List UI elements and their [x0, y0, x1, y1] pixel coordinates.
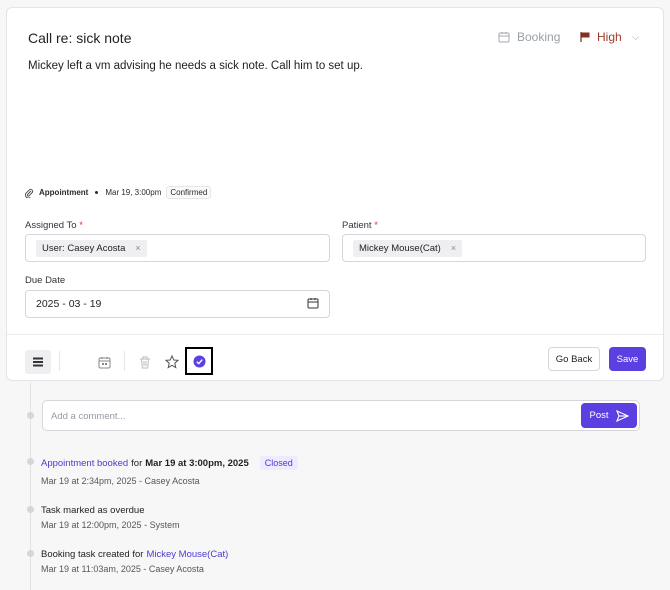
save-button[interactable]: Save: [609, 347, 646, 371]
due-date-input[interactable]: 2025 - 03 - 19: [25, 290, 330, 318]
go-back-button[interactable]: Go Back: [548, 347, 600, 371]
event-datetime: Mar 19 at 3:00pm, 2025: [145, 457, 249, 469]
patient-link[interactable]: Mickey Mouse(Cat): [146, 549, 228, 560]
due-date-value: 2025 - 03 - 19: [36, 298, 102, 310]
comment-box[interactable]: Add a comment... Post: [42, 400, 640, 431]
event-meta: Mar 19 at 12:00pm, 2025 - System: [41, 520, 180, 530]
required-mark: *: [79, 220, 83, 231]
close-icon[interactable]: ×: [451, 243, 456, 253]
status-badge: Closed: [259, 456, 298, 470]
task-title[interactable]: Call re: sick note: [28, 30, 131, 46]
task-description[interactable]: Mickey left a vm advising he needs a sic…: [28, 60, 363, 72]
event-meta: Mar 19 at 2:34pm, 2025 - Casey Acosta: [41, 476, 200, 486]
assigned-to-value: User: Casey Acosta: [42, 242, 126, 254]
chevron-down-icon: ⌵: [631, 31, 640, 43]
timeline-dot: [27, 506, 34, 513]
list-view-button[interactable]: [25, 350, 51, 374]
assigned-to-field[interactable]: User: Casey Acosta ×: [25, 234, 330, 262]
separator-dot: [95, 191, 99, 194]
trash-icon: [140, 356, 150, 368]
timeline-dot: [27, 412, 34, 419]
appointment-link[interactable]: Appointment Mar 19, 3:00pm Confirmed: [24, 186, 212, 199]
send-icon: [615, 409, 629, 422]
paperclip-icon: [24, 188, 34, 198]
assigned-to-label-text: Assigned To: [25, 220, 77, 231]
due-date-label: Due Date: [25, 275, 66, 286]
patient-field[interactable]: Mickey Mouse(Cat) ×: [342, 234, 646, 262]
toolbar-separator: [59, 351, 60, 371]
event-text: Booking task created for: [41, 549, 144, 560]
check-circle-icon: [193, 355, 205, 367]
schedule-button[interactable]: [91, 350, 117, 374]
event-text: for: [131, 457, 143, 469]
list-icon: [33, 357, 43, 367]
toolbar-separator: [124, 351, 125, 371]
assigned-to-chip: User: Casey Acosta ×: [36, 239, 147, 257]
appointment-status-badge: Confirmed: [166, 186, 212, 199]
timeline-event: Task marked as overdue: [41, 505, 145, 516]
timeline-event: Booking task created for Mickey Mouse(Ca…: [41, 549, 228, 560]
complete-button[interactable]: [185, 347, 213, 375]
delete-button[interactable]: [132, 350, 158, 374]
assigned-to-label: Assigned To *: [25, 220, 83, 231]
post-button[interactable]: Post: [581, 403, 637, 428]
patient-chip: Mickey Mouse(Cat) ×: [353, 239, 463, 257]
patient-label-text: Patient: [342, 220, 372, 231]
timeline-dot: [27, 550, 34, 557]
calendar-icon[interactable]: [307, 297, 319, 309]
task-card: Call re: sick note Booking High ⌵ Mickey…: [6, 7, 664, 381]
appointment-label: Appointment: [39, 188, 89, 197]
calendar-icon: [98, 356, 110, 368]
required-mark: *: [374, 220, 378, 231]
task-type-label: Booking: [517, 30, 561, 44]
patient-label: Patient *: [342, 220, 378, 231]
patient-value: Mickey Mouse(Cat): [359, 242, 441, 254]
event-text: Task marked as overdue: [41, 505, 145, 516]
favorite-button[interactable]: [159, 350, 185, 374]
comment-input[interactable]: Add a comment...: [51, 411, 125, 422]
timeline-dot: [27, 458, 34, 465]
post-label: Post: [589, 410, 609, 421]
priority-label: High: [597, 30, 622, 44]
star-icon: [165, 355, 179, 369]
toolbar-divider: [7, 334, 663, 335]
appointment-booked-link[interactable]: Appointment booked: [41, 458, 128, 469]
appointment-datetime: Mar 19, 3:00pm: [105, 188, 162, 197]
priority-selector[interactable]: High ⌵: [579, 30, 639, 44]
calendar-icon: [498, 32, 510, 43]
flag-icon: [580, 32, 590, 42]
timeline-event: Appointment booked for Mar 19 at 3:00pm,…: [41, 456, 298, 470]
event-meta: Mar 19 at 11:03am, 2025 - Casey Acosta: [41, 564, 204, 574]
close-icon[interactable]: ×: [135, 243, 140, 253]
task-type-selector[interactable]: Booking: [498, 30, 560, 44]
